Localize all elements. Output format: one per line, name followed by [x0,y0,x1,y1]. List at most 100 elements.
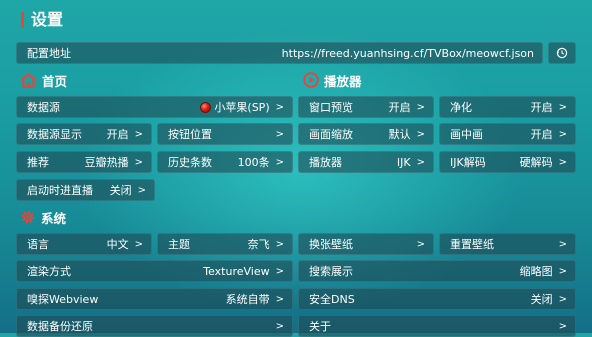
history-clock-icon [556,47,568,59]
sniff-webview-label: 嗅探Webview [27,293,99,306]
history-count-row[interactable]: 历史条数 100条 > [157,151,293,173]
chevron-right-icon: > [558,265,567,277]
chevron-right-icon: > [275,265,284,277]
search-display-value: 缩略图 [519,265,553,278]
startup-live-label: 启动时进直播 [27,184,93,197]
change-wallpaper-label: 换张壁纸 [309,238,353,251]
scale-row[interactable]: 画面缩放 默认 > [298,123,434,145]
language-row[interactable]: 语言 中文 > [16,233,152,255]
search-display-row[interactable]: 搜索展示 缩略图 > [298,260,576,282]
language-label: 语言 [27,238,49,251]
pip-label: 画中画 [450,128,483,141]
startup-live-value: 关闭 [109,184,132,197]
sniff-webview-value: 系统自带 [225,293,270,306]
about-label: 关于 [309,320,331,333]
player-row[interactable]: 播放器 IJK > [298,151,434,173]
chevron-right-icon: > [416,128,425,140]
section-player-title: 播放器 [324,73,362,89]
secure-dns-row[interactable]: 安全DNS 关闭 > [298,288,576,310]
ijk-decode-label: IJK解码 [450,156,486,169]
theme-label: 主题 [168,238,190,251]
section-home: 首页 [20,71,67,89]
section-player: 播放器 [303,71,362,89]
chevron-right-icon: > [558,293,567,305]
window-preview-label: 窗口预览 [309,101,353,114]
player-label: 播放器 [309,156,342,169]
title-accent-bar [21,12,24,28]
render-label: 渲染方式 [27,265,71,278]
scale-value: 默认 [388,128,411,141]
pip-row[interactable]: 画中画 开启 > [439,123,576,145]
secure-dns-label: 安全DNS [309,293,355,306]
window-preview-value: 开启 [388,101,411,114]
source-display-row[interactable]: 数据源显示 开启 > [16,123,152,145]
config-url-row[interactable]: 配置地址 https://freed.yuanhsing.cf/TVBox/me… [16,42,543,64]
chevron-right-icon: > [275,156,284,168]
gear-icon [20,209,36,225]
chevron-right-icon: > [275,128,284,140]
chevron-right-icon: > [416,101,425,113]
secure-dns-value: 关闭 [530,293,553,306]
source-display-value: 开启 [106,128,129,141]
recommend-value: 豆瓣热播 [84,156,129,169]
recommend-label: 推荐 [27,156,49,169]
language-value: 中文 [106,238,129,251]
red-ball-icon [200,101,212,113]
source-label: 数据源 [27,101,60,114]
chevron-right-icon: > [558,101,567,113]
chevron-right-icon: > [134,238,143,250]
chevron-right-icon: > [558,320,567,332]
chevron-right-icon: > [275,320,284,332]
render-value: TextureView [203,264,270,278]
render-row[interactable]: 渲染方式 TextureView > [16,260,293,282]
chevron-right-icon: > [416,156,425,168]
play-circle-icon [303,72,319,88]
button-position-label: 按钮位置 [168,128,212,141]
sniff-webview-row[interactable]: 嗅探Webview 系统自带 > [16,288,293,310]
config-url-label: 配置地址 [27,47,71,60]
history-count-label: 历史条数 [168,156,212,169]
purify-value: 开启 [530,101,553,114]
chevron-right-icon: > [558,128,567,140]
player-value: IJK [396,155,411,169]
chevron-right-icon: > [558,156,567,168]
page-title: 设置 [31,10,64,29]
history-count-value: 100条 [237,156,270,169]
about-row[interactable]: 关于 > [298,315,576,337]
reset-wallpaper-row[interactable]: 重置壁纸 > [439,233,576,255]
window-preview-row[interactable]: 窗口预览 开启 > [298,96,434,118]
ijk-decode-row[interactable]: IJK解码 硬解码 > [439,151,576,173]
scale-label: 画面缩放 [309,128,353,141]
change-wallpaper-row[interactable]: 换张壁纸 > [298,233,434,255]
config-url-value: https://freed.yuanhsing.cf/TVBox/meowcf.… [281,46,534,60]
section-system-title: 系统 [41,210,67,226]
source-row[interactable]: 数据源 小苹果(SP) > [16,96,293,118]
purify-label: 净化 [450,101,472,114]
source-value: 小苹果(SP) [214,101,270,114]
purify-row[interactable]: 净化 开启 > [439,96,576,118]
section-system: 系统 [20,208,66,226]
theme-row[interactable]: 主题 奈飞 > [157,233,293,255]
section-home-title: 首页 [42,73,68,89]
button-position-row[interactable]: 按钮位置 > [157,123,293,145]
source-display-label: 数据源显示 [27,128,82,141]
chevron-right-icon: > [137,184,146,196]
theme-value: 奈飞 [247,238,270,251]
ijk-decode-value: 硬解码 [519,156,553,169]
recommend-row[interactable]: 推荐 豆瓣热播 > [16,151,152,173]
reset-wallpaper-label: 重置壁纸 [450,238,494,251]
pip-value: 开启 [530,128,553,141]
backup-restore-label: 数据备份还原 [27,320,93,333]
chevron-right-icon: > [416,238,425,250]
chevron-right-icon: > [134,128,143,140]
chevron-right-icon: > [275,293,284,305]
chevron-right-icon: > [134,156,143,168]
backup-restore-row[interactable]: 数据备份还原 > [16,315,293,337]
chevron-right-icon: > [275,238,284,250]
chevron-right-icon: > [275,101,284,113]
startup-live-row[interactable]: 启动时进直播 关闭 > [16,179,155,201]
home-icon [20,72,37,88]
history-button[interactable] [548,42,576,64]
search-display-label: 搜索展示 [309,265,353,278]
chevron-right-icon: > [558,238,567,250]
